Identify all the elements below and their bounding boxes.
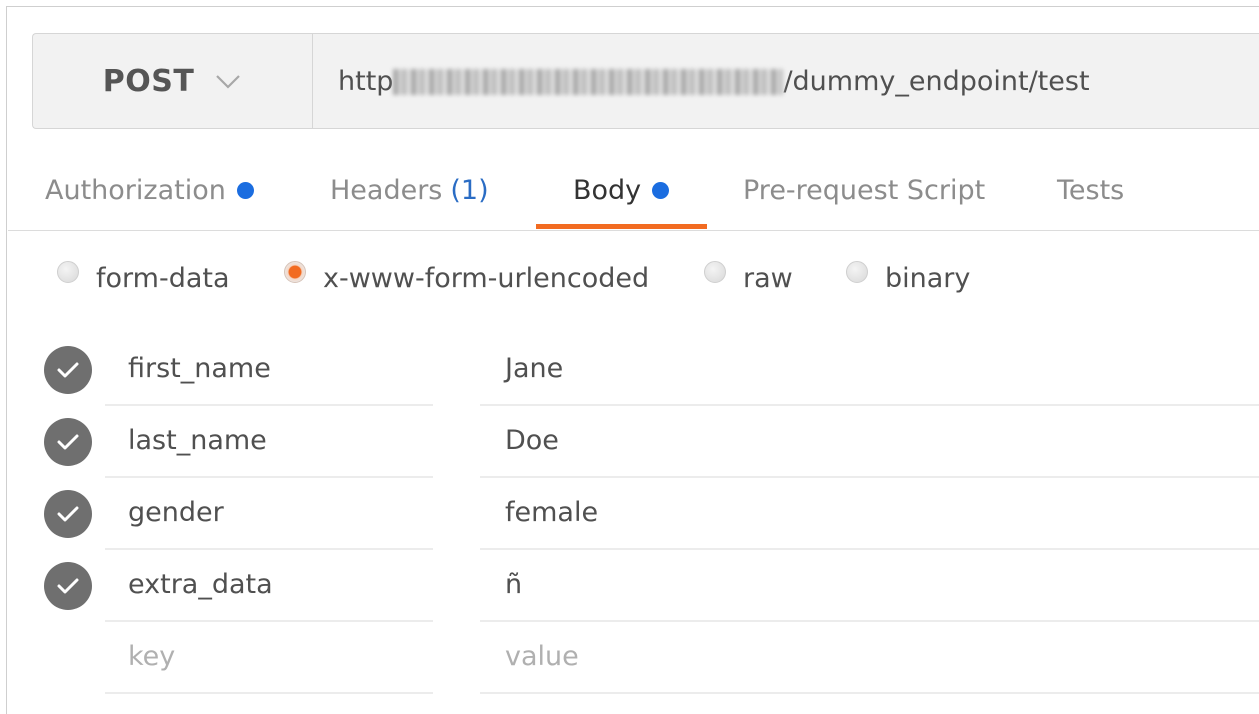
radio-icon <box>846 261 868 283</box>
active-tab-indicator <box>536 224 707 229</box>
radio-icon <box>704 261 726 283</box>
new-key-input[interactable]: key <box>105 621 433 694</box>
tab-label: Authorization <box>45 174 226 206</box>
param-key-input[interactable]: extra_data <box>105 549 433 622</box>
url-prefix: http <box>338 65 394 97</box>
param-value-input[interactable]: Jane <box>480 333 1259 406</box>
check-circle-icon[interactable] <box>44 490 92 538</box>
tab-label: Pre-request Script <box>743 174 986 206</box>
body-type-binary[interactable]: binary <box>846 256 970 300</box>
tab-authorization[interactable]: Authorization <box>45 150 254 230</box>
param-value: Doe <box>505 425 559 456</box>
tab-headers[interactable]: Headers (1) <box>330 150 489 230</box>
url-input[interactable]: http/dummy_endpoint/test <box>338 34 1259 128</box>
request-tabs: Authorization Headers (1) Body Pre-reque… <box>8 150 1259 230</box>
param-key: first_name <box>128 353 271 384</box>
radio-label: binary <box>885 262 971 294</box>
body-type-form-data[interactable]: form-data <box>57 256 230 300</box>
param-key-input[interactable]: first_name <box>105 333 433 406</box>
body-type-raw[interactable]: raw <box>704 256 793 300</box>
tab-label: Body <box>573 174 642 206</box>
method-label: POST <box>102 63 195 99</box>
tab-body[interactable]: Body <box>573 150 670 230</box>
param-row: gender female <box>0 477 1259 550</box>
tab-tests[interactable]: Tests <box>1057 150 1124 230</box>
new-param-row: key value <box>0 621 1259 694</box>
param-key-input[interactable]: last_name <box>105 405 433 478</box>
body-type-x-www-form-urlencoded[interactable]: x-www-form-urlencoded <box>284 256 649 300</box>
param-value-input[interactable]: ñ <box>480 549 1259 622</box>
request-bar: POST http/dummy_endpoint/test <box>32 33 1259 129</box>
method-select[interactable]: POST <box>33 34 313 128</box>
tabs-divider <box>8 230 1259 231</box>
param-row: extra_data ñ <box>0 549 1259 622</box>
dot-icon <box>236 181 254 199</box>
new-value-input[interactable]: value <box>480 621 1259 694</box>
tab-pre-request-script[interactable]: Pre-request Script <box>743 150 985 230</box>
chevron-down-icon <box>214 71 242 91</box>
value-placeholder: value <box>505 641 579 672</box>
param-value: Jane <box>505 353 564 384</box>
tab-label: Tests <box>1057 174 1125 206</box>
param-key-input[interactable]: gender <box>105 477 433 550</box>
redacted-url-segment <box>393 69 784 95</box>
param-value-input[interactable]: female <box>480 477 1259 550</box>
param-value-input[interactable]: Doe <box>480 405 1259 478</box>
headers-count: (1) <box>450 174 489 206</box>
tab-label: Headers <box>330 174 443 206</box>
dot-icon <box>652 181 670 199</box>
param-row: last_name Doe <box>0 405 1259 478</box>
radio-checked-icon <box>284 261 306 283</box>
param-value: ñ <box>505 569 523 600</box>
param-key: gender <box>128 497 224 528</box>
radio-icon <box>57 261 79 283</box>
radio-label: x-www-form-urlencoded <box>323 262 650 294</box>
check-circle-icon[interactable] <box>44 346 92 394</box>
param-key: last_name <box>128 425 267 456</box>
radio-label: raw <box>743 262 793 294</box>
param-row: first_name Jane <box>0 333 1259 406</box>
check-circle-icon[interactable] <box>44 562 92 610</box>
check-circle-icon[interactable] <box>44 418 92 466</box>
param-value: female <box>505 497 599 528</box>
param-key: extra_data <box>128 569 273 600</box>
radio-label: form-data <box>96 262 230 294</box>
url-suffix: /dummy_endpoint/test <box>783 65 1090 97</box>
key-placeholder: key <box>128 641 176 672</box>
